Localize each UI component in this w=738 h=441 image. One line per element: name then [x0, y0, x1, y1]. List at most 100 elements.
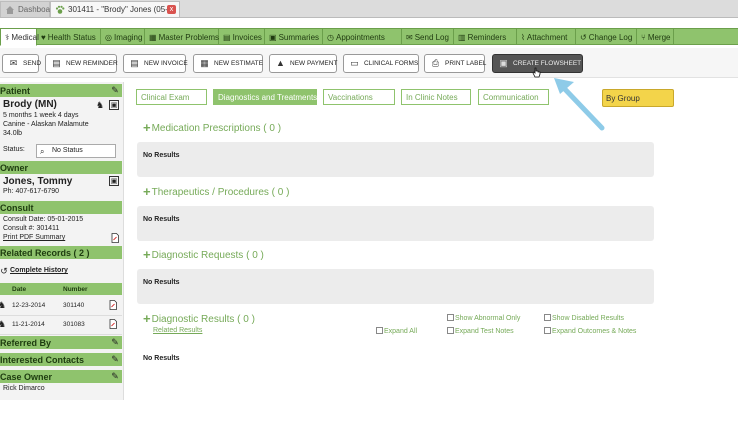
filter-diagnostics-and-treatments[interactable]: Diagnostics and Treatments	[213, 89, 317, 105]
send-button[interactable]: ✉ SEND	[2, 54, 41, 73]
list-icon: ▥	[458, 33, 466, 42]
new-invoice-button[interactable]: ▤ NEW INVOICE	[123, 54, 188, 73]
checkbox-box[interactable]	[376, 327, 383, 334]
tab-appointments[interactable]: ◷ Appointments	[323, 29, 402, 45]
pdf-icon[interactable]	[108, 319, 118, 329]
tab-attachment[interactable]: ⌇ Attachment	[517, 29, 576, 45]
case-owner-name: Rick Dimarco	[3, 385, 45, 392]
filter-in-clinic-notes[interactable]: In Clinic Notes	[401, 89, 471, 105]
section-therapeutics-procedures[interactable]: +Therapeutics / Procedures ( 0 )	[143, 184, 289, 199]
related-records-header: Related Records ( 2 )	[0, 246, 122, 259]
group-by-select[interactable]: By Group	[602, 89, 674, 107]
section-title: Diagnostic Results ( 0 )	[151, 314, 255, 325]
history-icon: ↺	[0, 266, 8, 276]
tab-imaging[interactable]: ◎ Imaging	[101, 29, 145, 45]
pdf-icon[interactable]	[110, 233, 120, 243]
complete-history-link[interactable]: Complete History	[10, 267, 68, 274]
new-reminder-icon: ▤	[52, 58, 61, 68]
filter-communication[interactable]: Communication	[478, 89, 549, 105]
image-icon[interactable]: ▣	[109, 100, 119, 110]
pencil-icon[interactable]: ✎	[110, 337, 120, 347]
checkbox-label: Expand Test Notes	[455, 328, 514, 335]
tab-health-status[interactable]: ♥ Health Status	[37, 29, 101, 45]
tab-label: Medical	[11, 33, 39, 42]
clock-icon: ◷	[327, 33, 334, 42]
patient-header: Patient	[0, 84, 122, 97]
patient-name: Brody (MN)	[3, 99, 57, 110]
plus-icon: +	[143, 311, 151, 326]
button-label: CLINICAL FORMS	[364, 60, 419, 67]
expand-outcomes-notes-checkbox[interactable]: Expand Outcomes & Notes	[544, 327, 636, 335]
filter-clinical-exam[interactable]: Clinical Exam	[136, 89, 207, 105]
status-field[interactable]: ⌕ No Status	[36, 144, 116, 158]
tab-label: Change Log	[588, 33, 633, 42]
hand-cursor-icon	[532, 67, 541, 78]
checkbox-box[interactable]	[544, 327, 551, 334]
expand-all-checkbox[interactable]: Expand All	[376, 327, 417, 335]
tab-reminders[interactable]: ▥ Reminders	[454, 29, 517, 45]
owner-name: Jones, Tommy	[3, 176, 73, 187]
contact-card-icon[interactable]: ▣	[109, 176, 119, 186]
tab-send-log[interactable]: ✉ Send Log	[402, 29, 454, 45]
checkbox-box[interactable]	[447, 327, 454, 334]
camera-icon: ◎	[105, 33, 112, 42]
clinical-forms-button[interactable]: ▭ CLINICAL FORMS	[343, 54, 419, 73]
tab-merge[interactable]: ⑂ Merge	[637, 29, 674, 45]
owner-phone: Ph: 407-617-6790	[3, 188, 60, 195]
consult-number: Consult #: 301411	[3, 225, 60, 232]
section-diagnostic-results[interactable]: +Diagnostic Results ( 0 )	[143, 311, 255, 326]
section-title: Diagnostic Requests ( 0 )	[151, 250, 264, 261]
tab-label: Appointments	[335, 33, 385, 42]
table-row[interactable]: ♞ 11-21-2014 301083	[0, 315, 122, 335]
plus-icon: +	[143, 184, 151, 199]
tab-label: Master Problems	[158, 33, 220, 42]
related-results-link[interactable]: Related Results	[153, 327, 202, 334]
module-nav: ⚕ Medical ♥ Health Status ◎ Imaging ▦ Master Pr…	[0, 28, 738, 46]
print-pdf-summary-link[interactable]: Print PDF Summary	[3, 234, 65, 241]
table-row[interactable]: ♞ 12-23-2014 301140	[0, 296, 122, 316]
pdf-icon[interactable]	[108, 300, 118, 310]
close-icon[interactable]: x	[167, 5, 176, 14]
new-reminder-button[interactable]: ▤ NEW REMINDER	[45, 54, 118, 73]
pencil-icon[interactable]: ✎	[110, 354, 120, 364]
paw-icon: ♞	[0, 300, 7, 310]
consult-date: Consult Date: 05-01-2015	[3, 216, 84, 223]
tab-medical[interactable]: ⚕ Medical	[0, 28, 39, 46]
merge-icon: ⑂	[641, 33, 646, 42]
tab-master-problems[interactable]: ▦ Master Problems	[145, 29, 219, 45]
interested-contacts-header: Interested Contacts	[0, 353, 122, 366]
checkbox-label: Expand Outcomes & Notes	[552, 328, 637, 335]
show-disabled-results-checkbox[interactable]: Show Disabled Results	[544, 314, 624, 322]
patient-breed: Canine - Alaskan Malamute	[3, 121, 89, 128]
consult-header: Consult	[0, 201, 122, 214]
filter-vaccinations[interactable]: Vaccinations	[323, 89, 395, 105]
tab-invoices[interactable]: ▤ Invoices	[219, 29, 265, 45]
checkbox-box[interactable]	[447, 314, 454, 321]
tab-label: Send Log	[414, 33, 449, 42]
pencil-icon[interactable]: ✎	[110, 371, 120, 381]
button-label: NEW REMINDER	[66, 60, 118, 67]
action-toolbar: ✉ SEND ▤ NEW REMINDER ▤ NEW INVOICE ▦ NEW ESTIM…	[0, 48, 738, 78]
tab-patient-record[interactable]: 301411 - "Brody" Jones (05-... x	[50, 1, 180, 17]
checkbox-label: Show Disabled Results	[552, 315, 624, 322]
checkbox-box[interactable]	[544, 314, 551, 321]
related-records-table-header: Date Number	[0, 283, 122, 295]
new-estimate-button[interactable]: ▦ NEW ESTIMATE	[193, 54, 263, 73]
tab-dashboard[interactable]: Dashboard	[0, 1, 57, 17]
section-diagnostic-requests[interactable]: +Diagnostic Requests ( 0 )	[143, 247, 264, 262]
paw-icon	[55, 5, 65, 14]
new-estimate-icon: ▦	[200, 58, 209, 68]
new-payment-button[interactable]: ▲ NEW PAYMENT	[269, 54, 337, 73]
tab-change-log[interactable]: ↺ Change Log	[576, 29, 637, 45]
tab-label: Health Status	[47, 33, 96, 42]
button-label: NEW ESTIMATE	[214, 60, 263, 67]
send-icon: ✉	[9, 58, 18, 68]
show-abnormal-only-checkbox[interactable]: Show Abnormal Only	[447, 314, 520, 322]
section-medication-prescriptions[interactable]: +Medication Prescriptions ( 0 )	[143, 120, 281, 135]
pencil-icon[interactable]: ✎	[110, 85, 120, 95]
expand-test-notes-checkbox[interactable]: Expand Test Notes	[447, 327, 514, 335]
record-number: 301083	[63, 321, 85, 328]
print-label-button[interactable]: ⎙ PRINT LABEL	[424, 54, 486, 73]
tab-summaries[interactable]: ▣ Summaries	[265, 29, 323, 45]
patient-weight: 34.0lb	[3, 130, 23, 137]
